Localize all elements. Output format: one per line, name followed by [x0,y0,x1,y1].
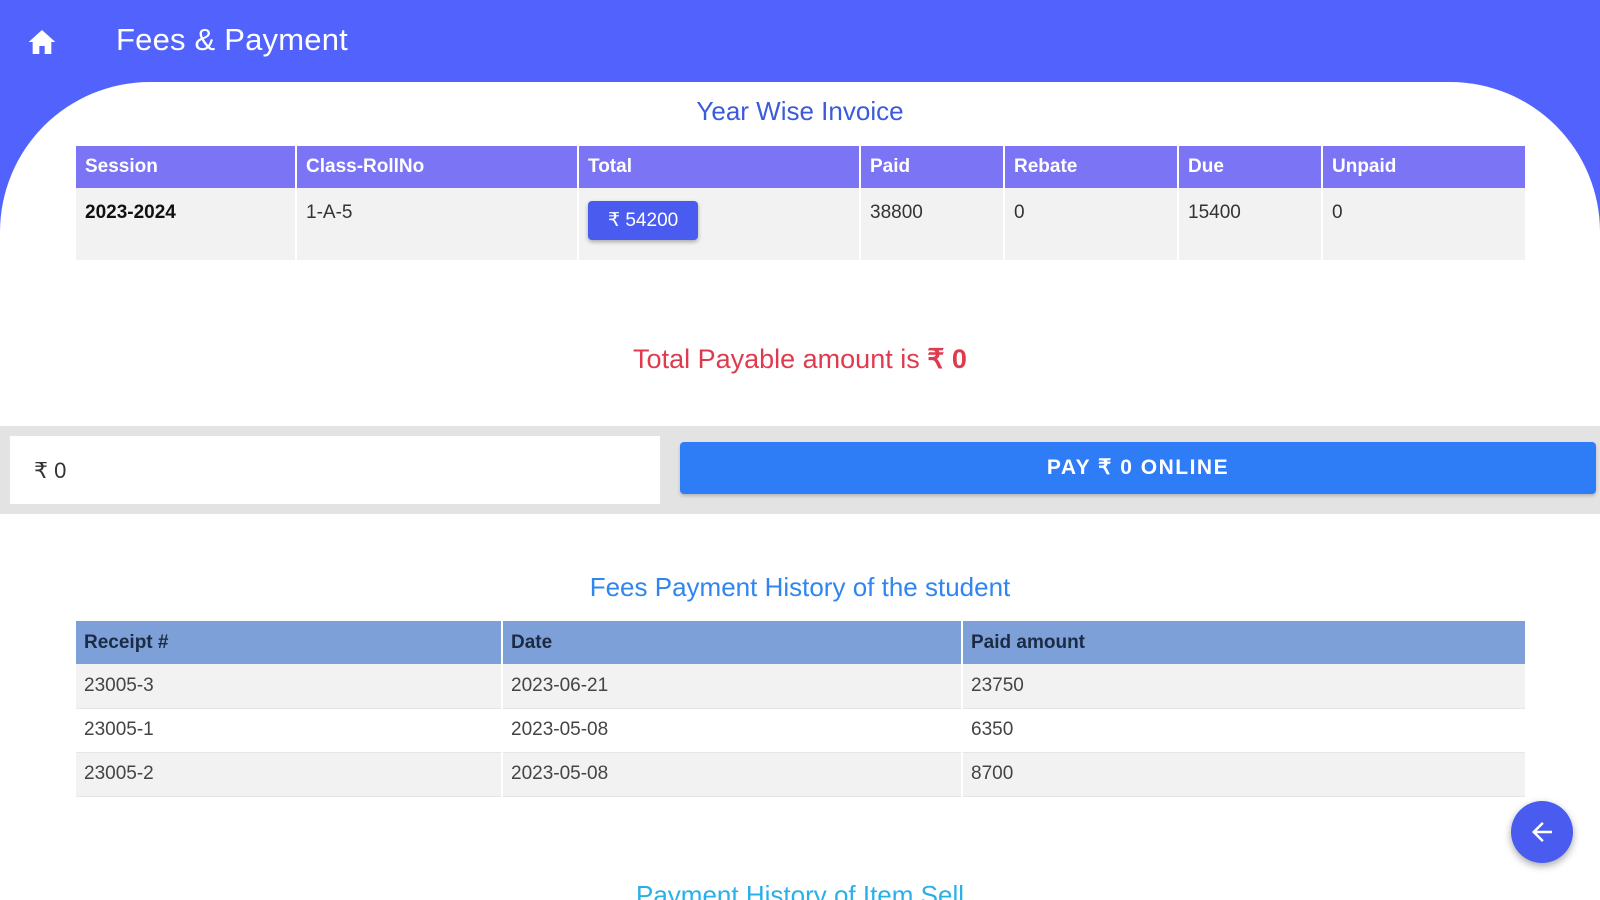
cell-amount: 6350 [962,708,1525,753]
col-receipt: Receipt # [76,621,503,664]
col-class-rollno: Class-RollNo [296,146,579,188]
total-amount-button[interactable]: ₹ 54200 [588,201,699,240]
history-title: Fees Payment History of the student [589,572,1011,602]
history-header-row: Receipt # Date Paid amount [76,621,1525,664]
col-date: Date [502,621,963,664]
cell-amount: 8700 [962,752,1525,797]
cell-class-rollno: 1-A-5 [296,188,579,260]
payment-history-table: Receipt # Date Paid amount 23005-3 2023-… [76,621,1525,797]
cell-rebate: 0 [1004,188,1179,260]
invoice-row: 2023-2024 1-A-5 ₹ 54200 38800 0 15400 0 [76,188,1525,260]
invoice-title: Year Wise Invoice [696,96,904,126]
col-unpaid: Unpaid [1322,146,1525,188]
cell-session: 2023-2024 [76,188,297,260]
home-icon[interactable] [26,26,58,58]
total-payable-label: Total Payable amount is [633,344,920,374]
cell-receipt: 23005-2 [76,752,503,797]
total-payable-text: Total Payable amount is ₹ 0 [0,344,1600,375]
invoice-header-row: Session Class-RollNo Total Paid Rebate D… [76,146,1525,188]
col-paid-amount: Paid amount [962,621,1525,664]
cell-receipt: 23005-1 [76,708,503,753]
pay-online-button[interactable]: PAY ₹ 0 ONLINE [680,442,1596,494]
table-row: 23005-3 2023-06-21 23750 [76,664,1525,709]
cell-unpaid: 0 [1322,188,1525,260]
arrow-left-icon [1532,822,1552,842]
table-row: 23005-2 2023-05-08 8700 [76,752,1525,797]
payment-bar: ₹ 0 PAY ₹ 0 ONLINE [0,426,1600,514]
cell-total: ₹ 54200 [578,188,861,260]
cell-date: 2023-06-21 [502,664,963,709]
col-paid: Paid [860,146,1005,188]
col-due: Due [1178,146,1323,188]
cell-amount: 23750 [962,664,1525,709]
cell-due: 15400 [1178,188,1323,260]
table-row: 23005-1 2023-05-08 6350 [76,708,1525,753]
col-session: Session [76,146,297,188]
page-title: Fees & Payment [116,22,348,57]
item-history-title: Payment History of Item Sell [636,880,964,900]
total-payable-amount: ₹ 0 [927,344,967,374]
cell-date: 2023-05-08 [502,752,963,797]
back-button[interactable] [1511,801,1573,863]
cell-paid: 38800 [860,188,1005,260]
payment-amount-field[interactable]: ₹ 0 [10,436,660,504]
cell-date: 2023-05-08 [502,708,963,753]
col-total: Total [578,146,861,188]
invoice-table: Session Class-RollNo Total Paid Rebate D… [76,146,1525,260]
col-rebate: Rebate [1004,146,1179,188]
cell-receipt: 23005-3 [76,664,503,709]
